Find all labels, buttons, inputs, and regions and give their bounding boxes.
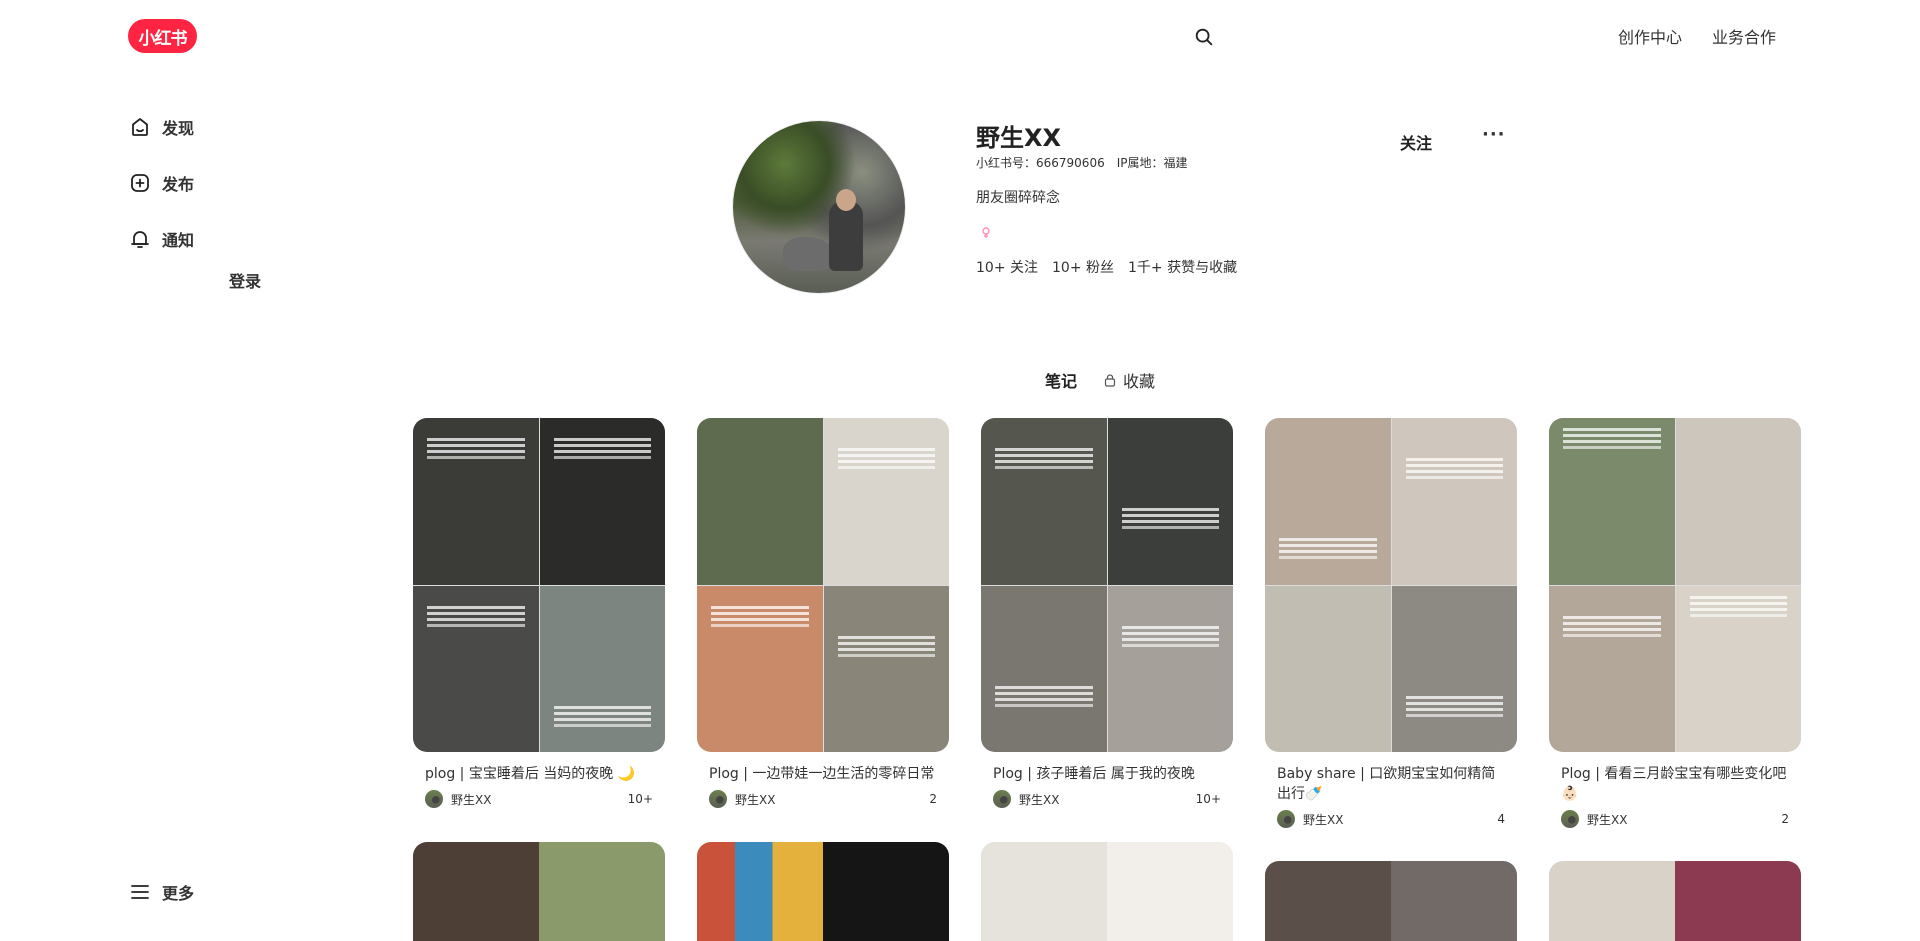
note-title[interactable]: Baby share | 口欲期宝宝如何精简出行🍼 — [1277, 764, 1505, 804]
likes-collects-count[interactable]: 1千+ 获赞与收藏 — [1128, 257, 1237, 277]
home-icon — [132, 118, 148, 136]
bell-icon — [131, 231, 149, 248]
follow-button[interactable]: 关注 — [1400, 130, 1432, 154]
more-menu-button[interactable]: 更多 — [128, 880, 194, 904]
avatar-head-shape — [836, 189, 856, 211]
plus-square-icon — [131, 174, 149, 192]
note-cover[interactable] — [1265, 418, 1517, 752]
note-title[interactable]: Plog | 一边带娃一边生活的零碎日常 — [709, 764, 937, 784]
lock-icon — [1104, 374, 1116, 387]
note-footer: 野生XX 10+ — [425, 790, 653, 808]
note-cover[interactable] — [413, 842, 665, 941]
sidebar-item-discover[interactable]: 发现 — [128, 99, 308, 155]
note-cover[interactable] — [413, 418, 665, 752]
note-card[interactable]: Baby share | 口欲期宝宝如何精简出行🍼 野生XX 4 — [1265, 418, 1517, 828]
sidebar-item-label: 通知 — [162, 231, 195, 250]
following-count[interactable]: 10+ 关注 — [976, 257, 1038, 277]
sidebar-item-label: 发现 — [162, 119, 195, 138]
note-card[interactable]: plog | 宝宝睡着后 当妈的夜晚 🌙 野生XX 10+ — [413, 418, 665, 808]
sidebar-item-publish[interactable]: 发布 — [128, 155, 308, 211]
avatar-person-shape — [829, 201, 863, 271]
note-title[interactable]: Plog | 看看三月龄宝宝有哪些变化吧👶🏻 — [1561, 764, 1789, 804]
author-avatar[interactable] — [709, 790, 727, 808]
author-name[interactable]: 野生XX — [1587, 811, 1627, 828]
gender-icon — [976, 223, 996, 243]
top-links: 创作中心 业务合作 — [1618, 24, 1776, 48]
author-name[interactable]: 野生XX — [1303, 811, 1343, 828]
like-count[interactable]: 10+ — [628, 792, 653, 806]
creator-center-link[interactable]: 创作中心 — [1618, 24, 1682, 48]
note-cover[interactable] — [981, 842, 1233, 941]
note-cover[interactable] — [981, 418, 1233, 752]
note-card[interactable]: Plog | 一边带娃一边生活的零碎日常 野生XX 2 — [697, 418, 949, 808]
tab-notes[interactable]: 笔记 — [1045, 368, 1077, 392]
note-title[interactable]: Plog | 孩子睡着后 属于我的夜晚 — [993, 764, 1221, 784]
author-avatar[interactable] — [1561, 810, 1579, 828]
user-bio: 朋友圈碎碎念 — [976, 190, 1060, 206]
note-card[interactable]: Plog | 看看三月龄宝宝有哪些变化吧👶🏻 野生XX 2 — [1549, 418, 1801, 828]
login-button[interactable]: 登录 — [229, 268, 261, 292]
followers-count[interactable]: 10+ 粉丝 — [1052, 257, 1114, 277]
note-cover[interactable] — [697, 418, 949, 752]
business-cooperation-link[interactable]: 业务合作 — [1712, 24, 1776, 48]
tab-collections[interactable]: 收藏 — [1103, 368, 1155, 392]
sidebar-nav: 发现 发布 通知 — [128, 99, 308, 267]
user-meta: 小红书号：666790606 IP属地：福建 — [976, 154, 1496, 171]
note-footer: 野生XX 10+ — [993, 790, 1221, 808]
profile-avatar[interactable] — [732, 120, 906, 294]
xiaohongshu-logo[interactable]: 小红书 — [128, 19, 197, 53]
sidebar-item-notifications[interactable]: 通知 — [128, 211, 308, 267]
author-avatar[interactable] — [993, 790, 1011, 808]
author-name[interactable]: 野生XX — [451, 791, 491, 808]
author-name[interactable]: 野生XX — [1019, 791, 1059, 808]
profile-tabs: 笔记 收藏 — [1045, 368, 1155, 392]
ip-location: IP属地：福建 — [1116, 156, 1188, 170]
note-cover[interactable] — [1265, 861, 1517, 941]
note-cover[interactable] — [697, 842, 949, 941]
more-label: 更多 — [162, 884, 195, 903]
note-title[interactable]: plog | 宝宝睡着后 当妈的夜晚 🌙 — [425, 764, 653, 784]
author-avatar[interactable] — [425, 790, 443, 808]
like-count[interactable]: 4 — [1497, 812, 1505, 826]
author-name[interactable]: 野生XX — [735, 791, 775, 808]
like-count[interactable]: 2 — [929, 792, 937, 806]
like-count[interactable]: 10+ — [1196, 792, 1221, 806]
note-footer: 野生XX 2 — [709, 790, 937, 808]
user-stats: 10+ 关注 10+ 粉丝 1千+ 获赞与收藏 — [976, 257, 1496, 277]
like-count[interactable]: 2 — [1781, 812, 1789, 826]
red-id: 小红书号：666790606 — [976, 156, 1105, 170]
note-card[interactable]: Plog | 孩子睡着后 属于我的夜晚 野生XX 10+ — [981, 418, 1233, 808]
author-avatar[interactable] — [1277, 810, 1295, 828]
more-options-icon[interactable]: ··· — [1482, 124, 1506, 145]
note-footer: 野生XX 2 — [1561, 810, 1789, 828]
search-icon[interactable] — [1193, 26, 1215, 48]
menu-icon — [131, 885, 149, 899]
note-cover[interactable] — [1549, 861, 1801, 941]
note-cover[interactable] — [1549, 418, 1801, 752]
note-footer: 野生XX 4 — [1277, 810, 1505, 828]
avatar-elephant-shape — [783, 237, 833, 271]
sidebar-item-label: 发布 — [162, 175, 195, 194]
